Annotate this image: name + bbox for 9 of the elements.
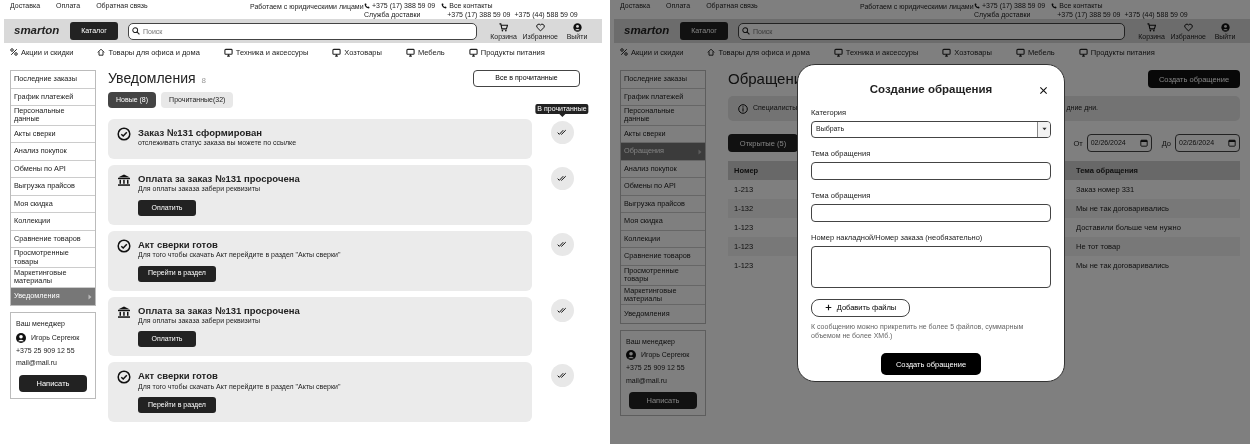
dialog-title: Создание обращения: [869, 83, 993, 95]
page-title: Обращени: [728, 70, 803, 88]
notification-title: Акт сверки готов: [138, 370, 219, 382]
notification-title: Акт сверки готов: [138, 238, 219, 251]
notification-title: Заказ №131 сформирован: [138, 127, 263, 139]
notification-count: 8: [201, 76, 206, 86]
notification-title: Оплата за заказ №131 просрочена: [138, 304, 300, 316]
page-title: Уведомления: [108, 70, 196, 87]
notification-title: Оплата за заказ №131 просрочена: [138, 173, 300, 185]
